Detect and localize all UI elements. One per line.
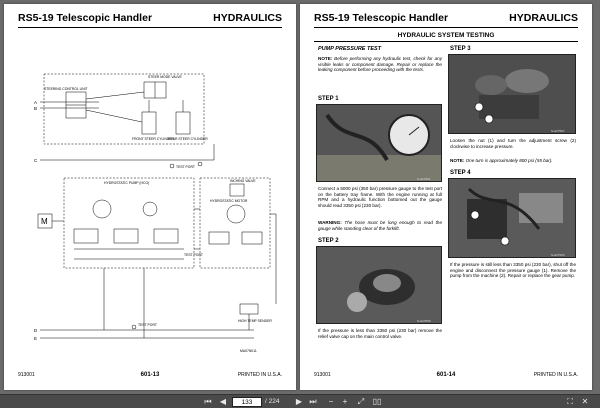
label-motor: M	[41, 217, 48, 226]
photo-id: S-H27597	[551, 129, 565, 133]
step1-photo: S-H27601	[316, 104, 442, 182]
page-number: 601-14	[436, 372, 456, 378]
close-icon[interactable]: ✕	[580, 397, 590, 407]
label-hydrostatic-pump: HYDROSTATIC PUMP (HCO)	[104, 181, 149, 185]
step2-text: If the pressure is less than 3350 psi (2…	[318, 328, 442, 339]
step3-text: Loosen the nut (1) and turn the adjustme…	[450, 138, 576, 149]
photo-id: S-H27599	[417, 319, 431, 323]
step2-photo: S-H27599	[316, 246, 442, 324]
step4-photo: S-H27603	[448, 178, 576, 258]
warning-label: WARNING:	[318, 220, 342, 225]
viewer-toolbar: ⏮ ◀ 133 / 224 ▶ ⏭ − + ⤢ ▯▯ ⛶ ✕	[0, 394, 600, 408]
page-footer: 913001 601-14 PRINTED IN U.S.A.	[314, 372, 578, 382]
subsection-title: PUMP PRESSURE TEST	[318, 46, 382, 52]
warning-paragraph: WARNING: The hose must be long enough to…	[318, 220, 442, 231]
note-text: Before performing any hydraulic test, ch…	[318, 56, 442, 73]
next-page-button[interactable]: ▶	[294, 397, 304, 407]
label-steer-mode-valve: STEER MODE VALVE	[148, 75, 183, 79]
page-601-13: RS5-19 Telescopic Handler HYDRAULICS STE…	[4, 4, 296, 390]
note-paragraph: NOTE: Before performing any hydraulic te…	[318, 56, 442, 73]
fullscreen-icon[interactable]: ⛶	[565, 397, 575, 407]
label-steering-control-unit: STEERING CONTROL UNIT	[44, 87, 88, 91]
port-a: A	[34, 100, 37, 105]
zoom-out-icon[interactable]: −	[326, 397, 336, 407]
port-c: C	[34, 158, 38, 163]
doc-number: 913001	[314, 372, 331, 378]
page-number-input[interactable]: 133	[232, 397, 262, 407]
step4-text: If the pressure is still less than 3350 …	[450, 262, 576, 279]
port-e: E	[34, 336, 37, 341]
last-page-button[interactable]: ⏭	[308, 397, 318, 407]
label-test-port-3: TEST PORT	[138, 323, 157, 327]
printed-in: PRINTED IN U.S.A.	[533, 372, 578, 378]
note2-label: NOTE:	[450, 158, 465, 163]
label-test-port-2: TEST PORT	[184, 253, 203, 257]
note2-paragraph: NOTE: One turn is approximately 800 psi …	[450, 158, 576, 164]
note-label: NOTE:	[318, 56, 333, 61]
label-rear-steer-cylinder: REAR STEER CYLINDER	[168, 137, 208, 141]
two-page-view-icon[interactable]: ▯▯	[372, 397, 382, 407]
step1-text: Connect a 5000 psi (350 bar) pressure ga…	[318, 186, 442, 208]
pdf-viewer: RS5-19 Telescopic Handler HYDRAULICS STE…	[0, 0, 600, 408]
step3-heading: STEP 3	[450, 46, 471, 52]
total-pages: / 224	[265, 398, 280, 405]
photo-id: S-H27603	[551, 253, 565, 257]
label-inching-valve: INCHING VALVE	[230, 179, 256, 183]
hydraulic-schematic: STEERING CONTROL UNIT STEER MODE VALVE F…	[34, 73, 277, 353]
drawing-id: MA07N011	[240, 349, 257, 353]
label-hydrostatic-motor: HYDROSTATIC MOTOR	[210, 199, 248, 203]
page-number: 601-13	[140, 372, 160, 378]
page-title: RS5-19 Telescopic Handler	[314, 12, 449, 24]
note2-text: One turn is approximately 800 psi (55 ba…	[465, 158, 553, 163]
page-601-14: RS5-19 Telescopic Handler HYDRAULICS HYD…	[300, 4, 592, 390]
photo-id: S-H27601	[417, 177, 431, 181]
section-banner: HYDRAULIC SYSTEM TESTING	[314, 32, 578, 42]
step3-photo: S-H27597	[448, 54, 576, 134]
section-title: HYDRAULICS	[509, 12, 578, 24]
first-page-button[interactable]: ⏮	[203, 397, 213, 407]
step4-heading: STEP 4	[450, 170, 471, 176]
port-d: D	[34, 328, 38, 333]
zoom-in-icon[interactable]: +	[340, 397, 350, 407]
step2-heading: STEP 2	[318, 238, 339, 244]
doc-number: 913001	[18, 372, 35, 378]
page-header: RS5-19 Telescopic Handler HYDRAULICS	[314, 12, 578, 28]
label-test-port-1: TEST PORT	[176, 165, 195, 169]
printed-in: PRINTED IN U.S.A.	[237, 372, 282, 378]
step1-heading: STEP 1	[318, 96, 339, 102]
label-high-temp-sender: HIGH TEMP SENDER	[238, 319, 272, 323]
prev-page-button[interactable]: ◀	[218, 397, 228, 407]
fit-page-icon[interactable]: ⤢	[356, 397, 366, 407]
page-footer: 913001 601-13 PRINTED IN U.S.A.	[18, 372, 282, 382]
port-b: B	[34, 106, 37, 111]
